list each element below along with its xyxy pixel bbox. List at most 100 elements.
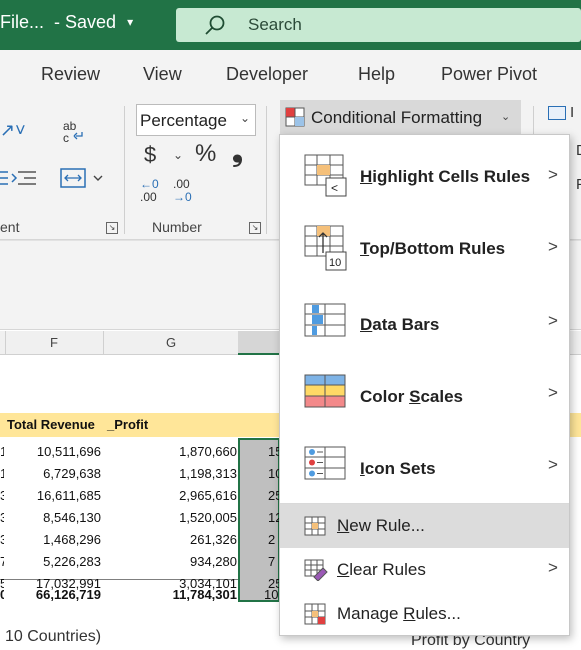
accelerator-key: R <box>403 604 416 623</box>
search-box[interactable]: Search <box>176 8 581 42</box>
indent-icons[interactable] <box>0 168 40 188</box>
menu-item-new-rule[interactable]: New Rule... <box>280 504 569 548</box>
tab-review[interactable]: Review <box>41 64 100 85</box>
menu-item-label: Manage Rules... <box>337 604 461 624</box>
menu-item-color-scales[interactable]: Color Scales > <box>280 361 569 429</box>
profit-cell[interactable]: 934,280 <box>190 554 237 569</box>
top-bottom-icon: 10 <box>304 225 347 271</box>
tab-developer[interactable]: Developer <box>226 64 308 85</box>
menu-item-label: Clear Rules <box>337 560 426 580</box>
menu-item-top-bottom-rules[interactable]: 10 Top/Bottom Rules > <box>280 217 569 281</box>
total-revenue-cell[interactable]: 66,126,719 <box>36 587 101 602</box>
row-lead-cell[interactable]: 3 <box>0 532 4 547</box>
menu-item-label: Data Bars <box>360 315 439 335</box>
revenue-cell[interactable]: 16,611,685 <box>37 488 101 503</box>
column-header-g[interactable]: G <box>166 335 176 350</box>
percent-icon[interactable]: % <box>195 140 216 168</box>
orientation-icon[interactable]: ↗˅ <box>0 120 26 141</box>
revenue-cell[interactable]: 1,468,296 <box>43 532 101 547</box>
manage-rules-icon <box>304 603 326 625</box>
alignment-group-label: ent <box>0 219 20 235</box>
menu-item-data-bars[interactable]: Data Bars > <box>280 289 569 357</box>
column-gridline <box>103 331 104 355</box>
currency-icon[interactable]: $ <box>144 142 156 168</box>
profit-cell[interactable]: 1,870,660 <box>179 444 237 459</box>
row-lead-cell[interactable]: 1 <box>0 444 4 459</box>
chevron-down-icon[interactable]: ▾ <box>127 15 133 29</box>
tab-help[interactable]: Help <box>358 64 395 85</box>
label-part: ules... <box>415 604 461 623</box>
number-launcher-icon[interactable]: ↘ <box>249 222 261 234</box>
chevron-down-icon[interactable]: ⌄ <box>173 148 183 162</box>
chevron-right-icon: > <box>548 455 558 474</box>
label-part: Color <box>360 387 410 406</box>
chevron-right-icon: > <box>548 237 558 256</box>
decrease-decimal-icon[interactable]: .00 →0 <box>173 178 201 206</box>
document-name: File... <box>0 12 45 32</box>
menu-item-label: Top/Bottom Rules <box>360 239 505 259</box>
chevron-right-icon: > <box>548 558 558 577</box>
increase-decimal-icon[interactable]: ←0 .00 <box>140 178 168 206</box>
label-part: ighlight Cells Rules <box>372 167 531 186</box>
accelerator-key: D <box>360 315 373 334</box>
save-status: - Saved <box>54 12 117 32</box>
wrap-text-icon[interactable]: ab c <box>60 118 88 146</box>
comma-style-icon[interactable]: ❟ <box>232 136 243 169</box>
chevron-right-icon: > <box>548 383 558 402</box>
chevron-down-icon: ⌄ <box>239 111 250 125</box>
document-title[interactable]: File... - Saved ▾ <box>0 12 133 33</box>
profit-cell[interactable]: 1,198,313 <box>179 466 237 481</box>
label-part: Manage <box>337 604 404 623</box>
total-selected-cell[interactable]: 10 <box>264 587 280 602</box>
label-part: lear Rules <box>349 560 426 579</box>
number-group-label: Number <box>152 219 202 235</box>
row-lead-cell[interactable]: 3 <box>0 510 4 525</box>
profit-cell[interactable]: 1,520,005 <box>179 510 237 525</box>
profit-cell[interactable]: 261,326 <box>190 532 237 547</box>
title-bar: File... - Saved ▾ Search <box>0 0 581 50</box>
total-lead-cell[interactable]: 0 <box>0 587 4 602</box>
revenue-cell[interactable]: 10,511,696 <box>37 444 101 459</box>
header-total-revenue[interactable]: Total Revenue <box>7 417 95 432</box>
revenue-cell[interactable]: 6,729,638 <box>43 466 101 481</box>
conditional-formatting-label: Conditional Formatting <box>311 108 483 127</box>
column-header-h-selected[interactable] <box>238 331 280 355</box>
menu-item-icon-sets[interactable]: Icon Sets > <box>280 433 569 501</box>
alignment-launcher-icon[interactable]: ↘ <box>106 222 118 234</box>
group-divider <box>266 106 267 234</box>
format-as-table-icon[interactable] <box>548 106 566 120</box>
label-part: ew Rule... <box>349 516 425 535</box>
merge-center-icon[interactable] <box>60 168 106 188</box>
menu-item-highlight-cells-rules[interactable]: < Highlight Cells Rules > <box>280 145 569 209</box>
accelerator-key: C <box>337 560 350 579</box>
menu-item-clear-rules[interactable]: Clear Rules > <box>280 548 569 592</box>
header-profit[interactable]: _Profit <box>107 417 148 432</box>
accelerator-key: H <box>360 167 373 186</box>
menu-item-manage-rules[interactable]: Manage Rules... <box>280 592 569 636</box>
row-lead-cell[interactable]: 1 <box>0 466 4 481</box>
tab-view[interactable]: View <box>143 64 182 85</box>
number-format-value: Percentage <box>140 111 227 130</box>
label-part: con Sets <box>364 459 436 478</box>
conditional-formatting-icon <box>285 107 305 127</box>
accelerator-key: S <box>409 387 421 406</box>
row-lead-cell[interactable]: 3 <box>0 488 4 503</box>
search-icon <box>205 15 225 35</box>
highlight-cells-icon: < <box>304 154 347 197</box>
format-as-table-label[interactable]: I <box>570 104 574 121</box>
tab-power-pivot[interactable]: Power Pivot <box>441 64 537 85</box>
number-format-select[interactable]: Percentage ⌄ <box>136 104 256 136</box>
label-part: ata Bars <box>372 315 440 334</box>
row-lead-cell[interactable]: 7 <box>0 554 4 569</box>
menu-item-label: Highlight Cells Rules <box>360 167 530 187</box>
format-label[interactable]: F <box>576 176 581 193</box>
revenue-cell[interactable]: 5,226,283 <box>43 554 101 569</box>
group-divider <box>124 106 125 234</box>
profit-cell[interactable]: 2,965,616 <box>179 488 237 503</box>
total-profit-cell[interactable]: 11,784,301 <box>173 587 237 602</box>
chevron-down-icon: ⌄ <box>501 111 511 123</box>
column-header-f[interactable]: F <box>50 335 58 350</box>
conditional-formatting-button[interactable]: Conditional Formatting ⌄ <box>280 100 521 134</box>
revenue-cell[interactable]: 8,546,130 <box>43 510 101 525</box>
delete-label[interactable]: D <box>576 142 581 159</box>
